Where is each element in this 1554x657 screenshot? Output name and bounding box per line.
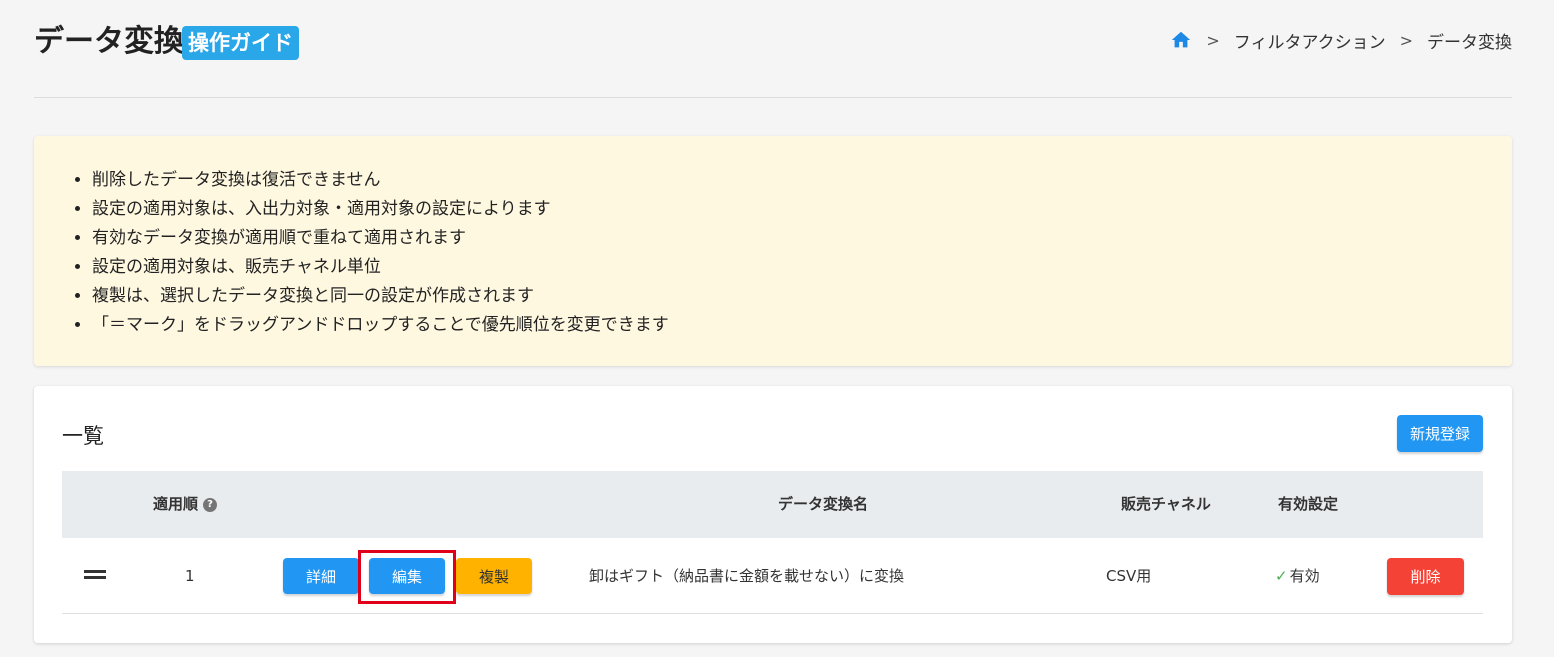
table-header: 適用順? データ変換名 販売チャネル 有効設定 (62, 471, 1483, 538)
notice-item: 設定の適用対象は、入出力対象・適用対象の設定によります (92, 195, 1512, 224)
column-enabled: 有効設定 (1278, 495, 1339, 513)
breadcrumb-item-filter-action[interactable]: フィルタアクション (1234, 28, 1386, 53)
notice-item: 「＝マーク」をドラッグアンドドロップすることで優先順位を変更できます (92, 311, 1512, 340)
column-order: 適用順? (153, 471, 218, 538)
column-order-label: 適用順 (153, 495, 199, 513)
row-enabled: ✓ 有効 (1275, 538, 1320, 614)
page-header: データ変換 操作ガイド > フィルタアクション > データ変換 (34, 22, 1512, 62)
copy-button[interactable]: 複製 (456, 558, 532, 594)
list-card: 一覧 新規登録 適用順? データ変換名 販売チャネル 有効設定 1 詳細 編集 … (34, 386, 1512, 643)
column-channel: 販売チャネル (1121, 495, 1211, 513)
row-enabled-label: 有効 (1289, 567, 1320, 585)
notice-list: 削除したデータ変換は復活できません 設定の適用対象は、入出力対象・適用対象の設定… (92, 166, 1512, 340)
check-icon: ✓ (1275, 567, 1288, 585)
delete-button[interactable]: 削除 (1387, 558, 1464, 595)
page-title: データ変換 (34, 24, 184, 59)
breadcrumb: > フィルタアクション > データ変換 (1170, 22, 1512, 58)
notice-item: 有効なデータ変換が適用順で重ねて適用されます (92, 224, 1512, 253)
row-channel: CSV用 (1106, 567, 1152, 585)
table-row: 1 詳細 編集 複製 卸はギフト（納品書に金額を載せない）に変換 CSV用 ✓ 有… (62, 538, 1483, 614)
row-name: 卸はギフト（納品書に金額を載せない）に変換 (589, 567, 905, 585)
row-order: 1 (185, 567, 195, 585)
drag-handle-icon[interactable] (84, 570, 106, 579)
notice-item: 削除したデータ変換は復活できません (92, 166, 1512, 195)
chevron-right-icon: > (1206, 30, 1220, 50)
list-title: 一覧 (62, 424, 104, 448)
home-icon[interactable] (1170, 29, 1192, 51)
help-icon[interactable]: ? (203, 497, 218, 512)
detail-button[interactable]: 詳細 (283, 558, 359, 594)
notice-item: 設定の適用対象は、販売チャネル単位 (92, 253, 1512, 282)
header-divider (34, 97, 1512, 98)
new-register-button[interactable]: 新規登録 (1397, 415, 1483, 452)
notice-item: 複製は、選択したデータ変換と同一の設定が作成されます (92, 282, 1512, 311)
chevron-right-icon: > (1399, 30, 1413, 50)
breadcrumb-item-current: データ変換 (1427, 32, 1512, 53)
edit-button-highlight (358, 550, 456, 604)
column-name: データ変換名 (778, 495, 869, 513)
guide-link[interactable]: 操作ガイド (182, 26, 299, 60)
notice-box: 削除したデータ変換は復活できません 設定の適用対象は、入出力対象・適用対象の設定… (34, 136, 1512, 366)
